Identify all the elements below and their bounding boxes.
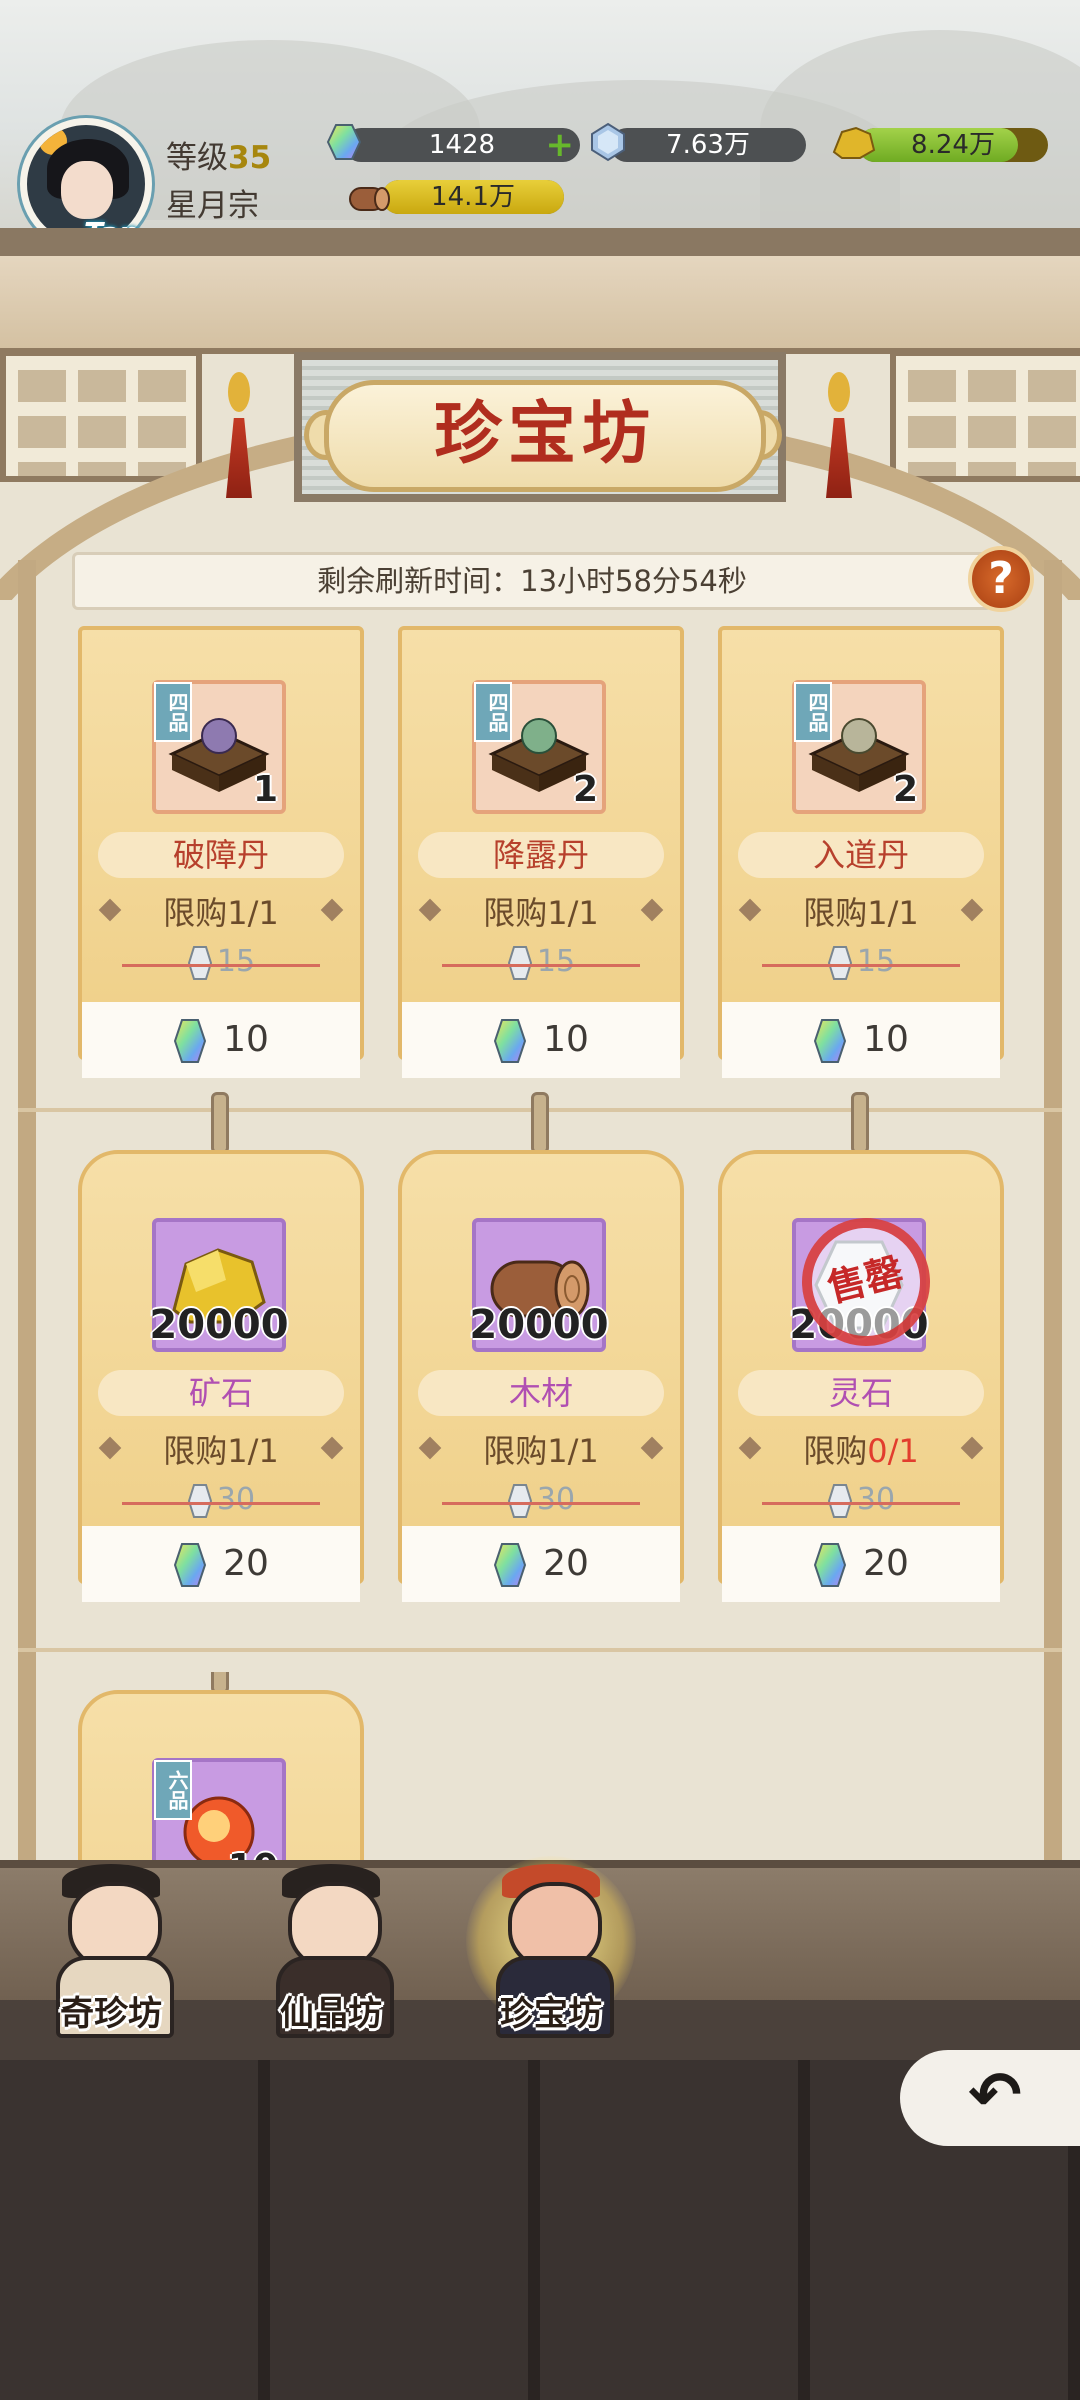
buy-price-button[interactable]: 20 <box>402 1526 680 1602</box>
item-icon-box: 四品 2 <box>792 680 926 814</box>
item-count: 2 <box>572 769 598 810</box>
original-price: 30 <box>78 1482 364 1519</box>
silver-crystal-icon <box>827 945 852 980</box>
spirit-crystal-value: 1428 <box>428 130 496 160</box>
buy-price-button[interactable]: 20 <box>722 1526 1000 1602</box>
blue-gem-value: 7.63万 <box>666 130 750 160</box>
item-name: 木材 <box>418 1370 664 1416</box>
item-icon-box: 20000 <box>149 1218 289 1352</box>
add-crystal-button[interactable]: + <box>546 128 575 162</box>
item-icon-box: 20000 <box>469 1218 609 1352</box>
original-price: 15 <box>398 944 684 981</box>
item-count: 2 <box>892 769 918 810</box>
item-name: 降露丹 <box>418 832 664 878</box>
purchase-limit: 限购1/1 <box>163 894 279 932</box>
blue-gem-icon <box>591 122 625 162</box>
grade-badge: 六品 <box>154 1760 192 1820</box>
tab-label: 仙晶坊 <box>280 1994 382 2034</box>
purchase-limit: 限购0/1 <box>803 1432 919 1470</box>
silver-crystal-icon <box>507 1483 532 1518</box>
player-level: 等级35 <box>166 132 271 177</box>
lantern-icon <box>828 372 850 412</box>
original-price: 15 <box>718 944 1004 981</box>
item-name: 入道丹 <box>738 832 984 878</box>
ore-value: 8.24万 <box>911 130 995 160</box>
buy-price-button[interactable]: 10 <box>82 1002 360 1078</box>
purchase-limit: 限购1/1 <box>163 1432 279 1470</box>
original-price: 30 <box>718 1482 1004 1519</box>
spirit-crystal-icon <box>814 1543 847 1587</box>
sect-name: 星月宗 <box>166 188 259 224</box>
item-icon-box: 四品 2 <box>472 680 606 814</box>
silver-crystal-icon <box>187 945 212 980</box>
original-price: 15 <box>78 944 364 981</box>
tab-label: 珍宝坊 <box>500 1994 602 2034</box>
purchase-limit: 限购1/1 <box>483 894 599 932</box>
grade-badge: 四品 <box>154 682 192 742</box>
item-name: 破障丹 <box>98 832 344 878</box>
lantern-icon <box>228 372 250 412</box>
back-button[interactable]: ↶ <box>900 2050 1080 2146</box>
roof-beam <box>0 256 1080 354</box>
grade-badge: 四品 <box>794 682 832 742</box>
item-name: 灵石 <box>738 1370 984 1416</box>
back-arrow-icon: ↶ <box>968 2059 1022 2133</box>
purchase-limit: 限购1/1 <box>483 1432 599 1470</box>
item-count: 20000 <box>469 1302 609 1348</box>
item-icon-box: 四品 1 <box>152 680 286 814</box>
item-count: 1 <box>252 769 278 810</box>
buy-price-button[interactable]: 20 <box>82 1526 360 1602</box>
item-name: 矿石 <box>98 1370 344 1416</box>
silver-crystal-icon <box>827 1483 852 1518</box>
silver-crystal-icon <box>187 1483 212 1518</box>
silver-crystal-icon <box>507 945 532 980</box>
shop-item-card[interactable]: 六品 10 <box>78 1672 364 1862</box>
spirit-crystal-icon <box>814 1019 847 1063</box>
purchase-limit: 限购1/1 <box>803 894 919 932</box>
help-button[interactable]: ? <box>968 546 1034 612</box>
ore-bar: 8.24万 <box>858 128 1048 162</box>
blue-gem-bar: 7.63万 <box>610 128 806 162</box>
wood-icon <box>349 187 390 211</box>
spirit-crystal-icon <box>174 1543 207 1587</box>
refresh-timer: 剩余刷新时间：13小时58分54秒 <box>72 552 992 610</box>
grade-badge: 四品 <box>474 682 512 742</box>
wood-value: 14.1万 <box>431 182 515 212</box>
tab-label: 奇珍坊 <box>60 1994 162 2034</box>
wood-bar: 14.1万 <box>382 180 564 214</box>
original-price: 30 <box>398 1482 684 1519</box>
spirit-crystal-icon <box>494 1543 527 1587</box>
buy-price-button[interactable]: 10 <box>722 1002 1000 1078</box>
spirit-crystal-icon <box>326 124 362 160</box>
ore-icon <box>832 126 876 159</box>
level-value: 35 <box>228 140 272 176</box>
item-count: 20000 <box>149 1302 289 1348</box>
shop-title: 珍宝坊 <box>324 380 766 492</box>
spirit-crystal-icon <box>494 1019 527 1063</box>
spirit-crystal-icon <box>174 1019 207 1063</box>
level-label: 等级 <box>166 140 228 176</box>
buy-price-button[interactable]: 10 <box>402 1002 680 1078</box>
item-icon-box: 六品 10 <box>152 1758 286 1862</box>
spirit-crystal-bar: 1428 + <box>344 128 580 162</box>
